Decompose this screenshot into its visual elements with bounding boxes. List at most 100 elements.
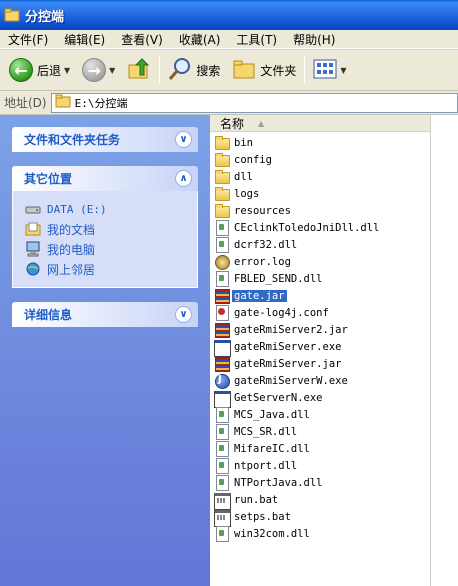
file-name: win32com.dll — [234, 527, 310, 540]
file-item[interactable]: MCS_Java.dll — [214, 406, 381, 423]
dll-file-icon — [214, 475, 229, 491]
file-folder-tasks-header[interactable]: 文件和文件夹任务 ∨ — [12, 127, 198, 152]
back-dropdown-icon[interactable]: ▼ — [64, 66, 70, 75]
folder-icon — [214, 152, 230, 167]
back-button[interactable]: ← 后退 ▼ — [6, 53, 73, 87]
folders-icon — [232, 57, 256, 84]
exe-file-icon — [214, 390, 231, 408]
file-name: ntport.dll — [234, 459, 298, 472]
dll-file-icon — [214, 271, 229, 287]
file-name: gate-log4j.conf — [234, 306, 329, 319]
other-places-header[interactable]: 其它位置 ∧ — [12, 166, 198, 191]
views-dropdown-icon[interactable]: ▼ — [340, 66, 346, 75]
file-item[interactable]: GetServerN.exe — [214, 389, 381, 408]
drive-icon — [25, 201, 41, 217]
forward-arrow-icon: → — [82, 58, 107, 82]
file-name: GetServerN.exe — [234, 391, 323, 404]
other-places-body: DATA (E:) 我的文档 我的电脑 网上邻居 — [12, 191, 198, 288]
window-edge — [430, 115, 458, 586]
jar-file-icon — [214, 356, 230, 372]
folder-item[interactable]: bin — [214, 134, 381, 151]
file-item[interactable]: gateRmiServer.jar — [214, 355, 381, 372]
file-name: FBLED_SEND.dll — [234, 272, 323, 285]
place-network[interactable]: 网上邻居 — [25, 259, 197, 279]
address-bar: 地址(D) E:\分控端 — [0, 91, 458, 115]
menu-bar: 文件(F) 编辑(E) 查看(V) 收藏(A) 工具(T) 帮助(H) — [0, 30, 458, 49]
expand-chevron-icon[interactable]: ∨ — [175, 131, 192, 148]
file-item[interactable]: gate.jar — [214, 287, 381, 304]
menu-view[interactable]: 查看(V) — [113, 31, 171, 48]
folder-icon — [55, 94, 71, 111]
file-name: logs — [234, 187, 260, 200]
network-icon — [25, 261, 41, 277]
details-header[interactable]: 详细信息 ∨ — [12, 302, 198, 327]
place-label: DATA (E:) — [47, 202, 107, 216]
folders-label: 文件夹 — [260, 63, 297, 78]
place-label: 我的电脑 — [47, 242, 96, 257]
folder-item[interactable]: logs — [214, 185, 381, 202]
file-name: resources — [234, 204, 291, 217]
folder-item[interactable]: config — [214, 151, 381, 168]
views-button[interactable]: ▼ — [310, 53, 349, 87]
expand-chevron-icon[interactable]: ∨ — [175, 306, 192, 323]
file-list-pane: 名称 ▲ bin config dll logs resources CEclinkTol… — [210, 115, 430, 586]
file-item[interactable]: win32com.dll — [214, 525, 381, 542]
folders-button[interactable]: 文件夹 — [229, 53, 299, 87]
file-item[interactable]: gateRmiServer2.jar — [214, 321, 381, 338]
folder-item[interactable]: resources — [214, 202, 381, 219]
menu-help[interactable]: 帮助(H) — [285, 31, 343, 48]
menu-favorites[interactable]: 收藏(A) — [171, 31, 229, 48]
menu-edit[interactable]: 编辑(E) — [56, 31, 113, 48]
dll-file-icon — [214, 526, 229, 542]
file-item[interactable]: setps.bat — [214, 508, 381, 527]
file-item[interactable]: gate-log4j.conf — [214, 304, 381, 321]
dll-file-icon — [214, 458, 229, 474]
forward-dropdown-icon[interactable]: ▼ — [109, 66, 115, 75]
file-name: run.bat — [234, 493, 279, 506]
column-header-name[interactable]: 名称 ▲ — [210, 115, 430, 132]
place-my-computer[interactable]: 我的电脑 — [25, 239, 197, 259]
file-item[interactable]: MifareIC.dll — [214, 440, 381, 457]
file-item[interactable]: gateRmiServer.exe — [214, 338, 381, 357]
place-my-documents[interactable]: 我的文档 — [25, 219, 197, 239]
place-label: 网上邻居 — [47, 262, 96, 277]
file-item[interactable]: MCS_SR.dll — [214, 423, 381, 440]
file-item[interactable]: run.bat — [214, 491, 381, 510]
folder-icon — [214, 203, 230, 218]
search-button[interactable]: 搜索 — [165, 53, 223, 87]
place-label: 我的文档 — [47, 222, 96, 237]
menu-tools[interactable]: 工具(T) — [228, 31, 285, 48]
file-item[interactable]: NTPortJava.dll — [214, 474, 381, 491]
file-name: setps.bat — [234, 510, 291, 523]
file-item[interactable]: CEclinkToledoJniDll.dll — [214, 219, 381, 236]
my-computer-icon — [25, 241, 41, 257]
toolbar: ← 后退 ▼ → ▼ 搜索 文件夹 ▼ — [0, 49, 458, 91]
file-item[interactable]: gateRmiServerW.exe — [214, 372, 381, 389]
address-value: E:\分控端 — [74, 96, 128, 110]
up-folder-button[interactable] — [124, 53, 154, 87]
file-item[interactable]: dcrf32.dll — [214, 236, 381, 253]
file-name: gateRmiServer2.jar — [234, 323, 348, 336]
folder-item[interactable]: dll — [214, 168, 381, 185]
title-bar[interactable]: 分控端 — [0, 0, 458, 30]
window-title: 分控端 — [25, 9, 65, 25]
collapse-chevron-icon[interactable]: ∧ — [175, 170, 192, 187]
address-input[interactable]: E:\分控端 — [50, 92, 458, 113]
place-drive-e[interactable]: DATA (E:) — [25, 199, 197, 219]
folder-icon — [214, 186, 230, 201]
file-name: dcrf32.dll — [234, 238, 298, 251]
file-name: bin — [234, 136, 253, 149]
menu-file[interactable]: 文件(F) — [0, 31, 56, 48]
file-item[interactable]: FBLED_SEND.dll — [214, 270, 381, 287]
sort-ascending-icon: ▲ — [258, 118, 265, 128]
file-name: dll — [234, 170, 253, 183]
up-folder-icon — [127, 57, 151, 84]
batch-file-icon — [214, 492, 231, 510]
file-name: gateRmiServer.exe — [234, 340, 342, 353]
forward-button[interactable]: → ▼ — [79, 53, 118, 87]
toolbar-separator — [304, 56, 306, 84]
file-item[interactable]: error.log — [214, 253, 381, 270]
dll-file-icon — [214, 424, 229, 440]
file-item[interactable]: ntport.dll — [214, 457, 381, 474]
file-name: MifareIC.dll — [234, 442, 310, 455]
